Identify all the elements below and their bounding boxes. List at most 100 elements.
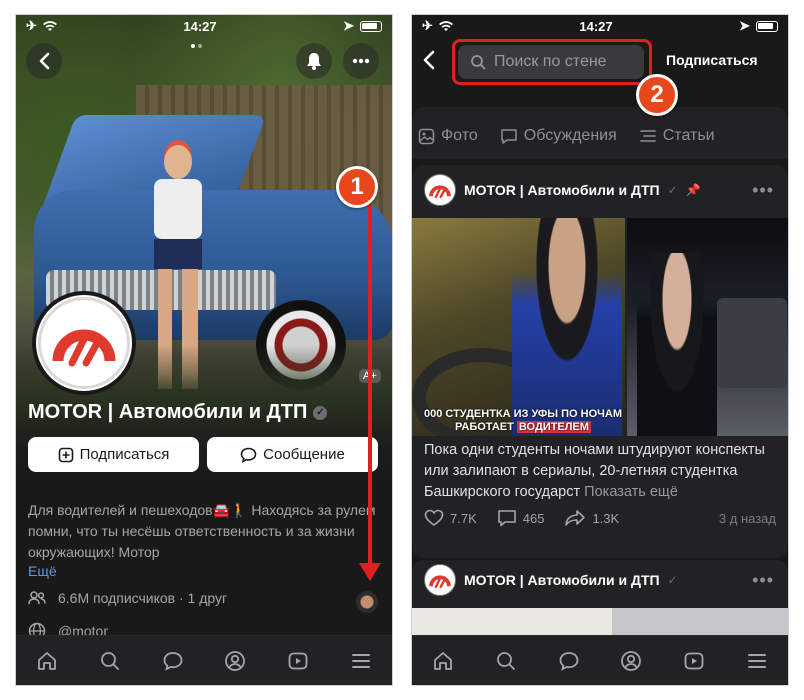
tab-photos[interactable]: Фото (418, 127, 478, 145)
post-text: Пока одни студенты ночами штудируют конс… (424, 440, 780, 503)
more-options-button[interactable] (343, 43, 379, 79)
tab-video[interactable] (680, 647, 708, 675)
battery-icon (360, 20, 382, 32)
tab-articles-label: Статьи (662, 127, 715, 144)
people-icon (28, 591, 46, 605)
bottom-tab-bar (16, 635, 392, 685)
post-more-button[interactable]: ••• (752, 570, 774, 591)
message-button[interactable]: Сообщение (207, 437, 378, 472)
tab-home[interactable] (33, 647, 61, 675)
post-photo-1[interactable]: 000 СТУДЕНТКА ИЗ УФЫ ПО НОЧАМ РАБОТАЕТ В… (412, 218, 625, 436)
articles-icon (639, 130, 656, 142)
share-button[interactable]: 1.3K (564, 509, 619, 527)
like-count: 7.7K (450, 510, 477, 526)
tab-video[interactable] (284, 647, 312, 675)
search-icon (471, 55, 486, 70)
wall-tabs: Фото Обсуждения Статьи (412, 118, 788, 154)
verified-icon: ✓ (667, 183, 678, 197)
add-square-icon (58, 447, 73, 462)
tab-home[interactable] (429, 647, 457, 675)
status-bar: ✈ 14:27 ➤ (16, 15, 392, 37)
wifi-icon (42, 20, 57, 32)
subscribe-label: Подписаться (79, 446, 170, 463)
comment-icon (497, 510, 516, 527)
bell-icon (307, 53, 321, 70)
video-play-icon (684, 652, 704, 669)
status-time: 14:27 (579, 18, 613, 34)
back-button[interactable] (26, 43, 62, 79)
heart-icon (424, 509, 444, 526)
search-icon (101, 651, 119, 670)
verified-icon: ✓ (313, 405, 328, 420)
caption-line-2b: ВОДИТЕЛЕМ (516, 421, 591, 433)
post-photos[interactable]: 000 СТУДЕНТКА ИЗ УФЫ ПО НОЧАМ РАБОТАЕТ В… (412, 218, 788, 436)
tab-messages[interactable] (159, 647, 187, 675)
comment-button[interactable]: 465 (497, 509, 545, 527)
tab-profile[interactable] (617, 647, 645, 675)
action-buttons: Подписаться Сообщение (28, 437, 378, 472)
post-more-button[interactable]: ••• (752, 180, 774, 201)
tab-menu[interactable] (347, 647, 375, 675)
post-2-photo-preview[interactable] (412, 608, 788, 638)
like-button[interactable]: 7.7K (424, 509, 477, 527)
notifications-button[interactable] (296, 43, 332, 79)
hamburger-menu-icon (351, 653, 370, 668)
post-photo-2[interactable] (627, 218, 788, 436)
discussion-icon (501, 128, 517, 144)
speedometer-logo-icon (52, 329, 116, 367)
post-author-avatar[interactable] (424, 174, 456, 206)
airplane-icon: ✈ (26, 18, 37, 33)
left-phone-screen: ✈ 14:27 ➤ A+ MOTOR | Автомобили и ДТП (16, 15, 392, 685)
group-avatar[interactable] (32, 291, 136, 395)
chevron-left-icon (423, 50, 435, 70)
profile-icon (621, 650, 642, 671)
tab-discussions[interactable]: Обсуждения (500, 127, 617, 145)
location-icon: ➤ (739, 18, 750, 33)
subscribe-button[interactable]: Подписаться (28, 437, 199, 472)
tab-messages[interactable] (555, 647, 583, 675)
airplane-icon: ✈ (422, 18, 433, 33)
post-author-name[interactable]: MOTOR | Автомобили и ДТП (464, 182, 660, 198)
hamburger-menu-icon (747, 653, 766, 668)
scroll-down-arrow (368, 175, 372, 575)
friend-avatar (356, 591, 378, 613)
wifi-icon (438, 20, 453, 32)
comment-count: 465 (522, 510, 545, 526)
share-arrow-icon (565, 510, 586, 526)
location-icon: ➤ (343, 18, 354, 33)
post-actions: 7.7K 465 1.3K 3 д назад (424, 509, 776, 527)
more-link[interactable]: Ещё (28, 563, 57, 579)
group-name: MOTOR | Автомобили и ДТП (28, 401, 308, 423)
caption-line-1: 000 СТУДЕНТКА ИЗ УФЫ ПО НОЧАМ (424, 408, 622, 420)
profile-icon (225, 650, 246, 671)
back-button[interactable] (422, 49, 436, 76)
pin-icon: 📌 (685, 183, 701, 197)
post-author-avatar[interactable] (424, 564, 456, 596)
status-time: 14:27 (183, 18, 217, 34)
caption-line-2a: РАБОТАЕТ (455, 421, 517, 433)
post-author-name[interactable]: MOTOR | Автомобили и ДТП (464, 572, 660, 588)
home-icon (38, 651, 57, 670)
tab-search[interactable] (492, 647, 520, 675)
tab-menu[interactable] (743, 647, 771, 675)
tab-profile[interactable] (221, 647, 249, 675)
speedometer-logo-icon (429, 185, 451, 199)
tab-discussions-label: Обсуждения (523, 127, 617, 144)
verified-icon: ✓ (667, 573, 678, 587)
tab-articles[interactable]: Статьи (639, 127, 715, 145)
tab-photos-label: Фото (441, 127, 478, 144)
show-more-link[interactable]: Показать ещё (584, 484, 678, 500)
status-bar-right: ✈ 14:27 ➤ (412, 15, 788, 37)
post-header-2[interactable]: MOTOR | Автомобили и ДТП ✓ ••• (412, 560, 788, 600)
subscribers-row[interactable]: 6.6M подписчиков · 1 друг (28, 590, 227, 606)
chat-bubble-icon (559, 651, 579, 671)
post-header[interactable]: MOTOR | Автомобили и ДТП ✓ 📌 ••• (412, 170, 788, 210)
photo-caption: 000 СТУДЕНТКА ИЗ УФЫ ПО НОЧАМ РАБОТАЕТ В… (418, 408, 625, 434)
wall-search-input[interactable]: Поиск по стене (458, 45, 644, 79)
cover-pager (191, 44, 202, 48)
right-phone-screen: ✈ 14:27 ➤ Поиск по стене 2 Подписаться Ф… (412, 15, 788, 685)
subscribe-link[interactable]: Подписаться (666, 52, 758, 68)
scroll-down-arrow-head (359, 563, 381, 581)
tab-search[interactable] (96, 647, 124, 675)
group-description: Для водителей и пешеходов🚘🚶 Находясь за … (28, 502, 376, 560)
